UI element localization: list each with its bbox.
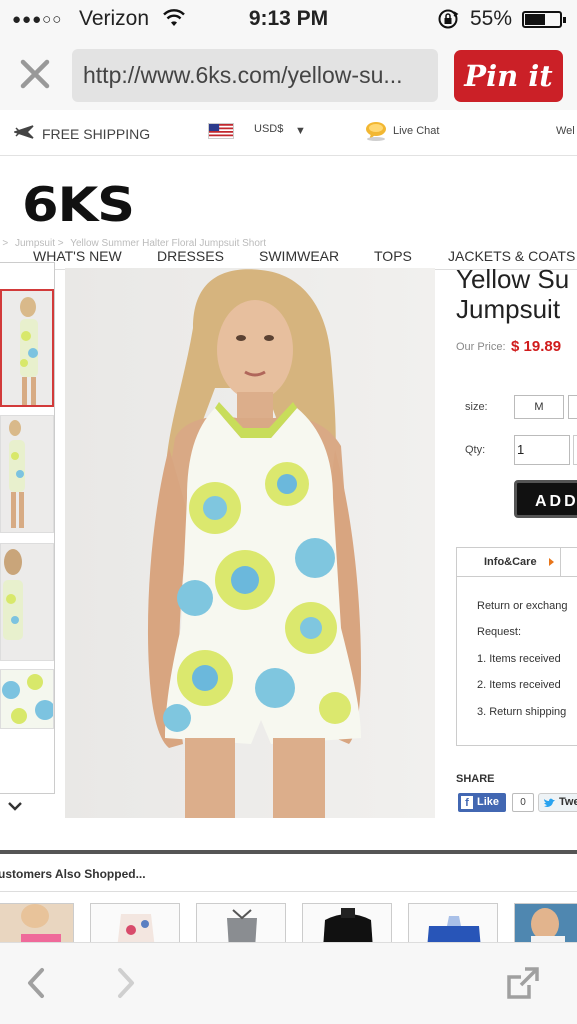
section-divider xyxy=(0,850,577,854)
facebook-icon: f xyxy=(461,796,473,809)
info-line: Return or exchang xyxy=(477,600,568,612)
model-photo xyxy=(65,268,435,818)
free-shipping-label: FREE SHIPPING xyxy=(42,126,151,142)
status-bar: ●●●○○ Verizon 9:13 PM 55% xyxy=(0,0,577,40)
size-option-next[interactable] xyxy=(568,395,577,419)
thumbnail-image xyxy=(2,291,52,405)
nav-item-swimwear[interactable]: SWIMWEAR xyxy=(259,248,339,264)
size-option-m[interactable]: M xyxy=(514,395,564,419)
tweet-button[interactable]: Twe xyxy=(538,793,577,812)
info-line: 2. Items received xyxy=(477,679,561,691)
battery-nub xyxy=(563,17,566,23)
price-label: Our Price: xyxy=(456,341,506,353)
product-title-line-2: Jumpsuit xyxy=(456,294,561,324)
thumbnail-4[interactable] xyxy=(0,669,54,729)
welcome-text: Wel xyxy=(556,125,575,137)
battery-fill xyxy=(525,14,545,25)
open-external-icon[interactable] xyxy=(503,963,543,1003)
live-chat-link[interactable]: Live Chat xyxy=(393,125,439,137)
main-nav: WHAT'S NEW DRESSES SWIMWEAR TOPS JACKETS… xyxy=(0,242,577,270)
site-top-strip: FREE SHIPPING USD$ ▼ Live Chat Wel xyxy=(0,110,577,156)
info-panel: Return or exchang Request: 1. Items rece… xyxy=(456,576,577,746)
thumbnail-2[interactable] xyxy=(0,415,54,533)
product-thumbnail xyxy=(197,904,285,942)
us-flag-icon[interactable] xyxy=(208,123,234,139)
related-product-4[interactable] xyxy=(302,903,392,942)
thumbnail-strip xyxy=(0,262,55,811)
share-label: SHARE xyxy=(456,773,495,785)
product-title: Yellow Su Jumpsuit xyxy=(456,264,569,324)
product-thumbnail xyxy=(0,904,73,942)
thumbnail-image xyxy=(1,544,53,660)
qty-label: Qty: xyxy=(465,444,486,456)
currency-selector[interactable]: USD$ xyxy=(254,123,283,135)
quantity-field[interactable]: 1 xyxy=(514,435,570,465)
thumbnail-3[interactable] xyxy=(0,543,54,661)
info-line: 3. Return shipping xyxy=(477,706,567,718)
related-product-5[interactable] xyxy=(408,903,498,942)
battery-percent: 55% xyxy=(470,7,513,30)
info-line: 1. Items received xyxy=(477,653,561,665)
thumbnail-image xyxy=(1,670,53,728)
related-product-2[interactable] xyxy=(90,903,180,942)
chevron-down-icon[interactable] xyxy=(7,801,23,811)
twitter-bird-icon xyxy=(544,798,555,807)
add-to-bag-button[interactable]: ADD xyxy=(514,480,577,518)
rotation-lock-icon xyxy=(438,9,459,29)
nav-item-tops[interactable]: TOPS xyxy=(374,248,412,264)
browser-address-bar: http://www.6ks.com/yellow-su... Pin it xyxy=(0,40,577,110)
main-product-image[interactable] xyxy=(65,268,435,818)
product-thumbnail xyxy=(303,904,391,942)
web-page: FREE SHIPPING USD$ ▼ Live Chat Wel 6KS >… xyxy=(0,110,577,942)
related-product-3[interactable] xyxy=(196,903,286,942)
product-thumbnail xyxy=(91,904,179,942)
back-arrow-icon[interactable] xyxy=(22,965,50,1001)
tab-info-care[interactable]: Info&Care xyxy=(457,548,561,577)
chat-bubble-icon[interactable] xyxy=(364,120,388,142)
tab-info-care-label: Info&Care xyxy=(484,556,537,568)
size-label: size: xyxy=(465,401,488,413)
url-field[interactable]: http://www.6ks.com/yellow-su... xyxy=(72,49,438,102)
price-value: $ 19.89 xyxy=(511,338,562,355)
browser-toolbar xyxy=(0,942,577,1024)
info-tabs: Info&Care xyxy=(456,547,577,577)
thumbnail-1[interactable] xyxy=(0,289,54,407)
info-line: Request: xyxy=(477,626,522,638)
forward-arrow-icon[interactable] xyxy=(112,965,140,1001)
site-logo[interactable]: 6KS xyxy=(22,178,135,233)
product-title-line-1: Yellow Su xyxy=(456,264,570,294)
related-product-1[interactable] xyxy=(0,903,74,942)
nav-item-jackets-coats[interactable]: JACKETS & COATS xyxy=(448,248,575,264)
caret-right-icon xyxy=(549,558,554,566)
quantity-stepper[interactable] xyxy=(573,435,577,465)
close-icon[interactable] xyxy=(18,57,52,91)
product-thumbnail xyxy=(409,904,497,942)
related-product-6[interactable] xyxy=(514,903,577,942)
browser-window: ●●●○○ Verizon 9:13 PM 55% http://www.6ks… xyxy=(0,0,577,1024)
product-thumbnail xyxy=(515,904,577,942)
heading-divider xyxy=(0,891,577,892)
pin-it-button[interactable]: Pin it xyxy=(454,50,563,102)
like-label: Like xyxy=(477,796,500,808)
battery-icon xyxy=(522,11,566,28)
also-shopped-heading: ustomers Also Shopped... xyxy=(0,867,146,881)
thumbnail-image xyxy=(1,416,53,532)
facebook-like-button[interactable]: f Like xyxy=(458,793,506,812)
nav-item-dresses[interactable]: DRESSES xyxy=(157,248,224,264)
like-count: 0 xyxy=(512,793,534,812)
chevron-down-icon[interactable]: ▼ xyxy=(295,125,306,137)
airplane-icon xyxy=(14,125,34,139)
tweet-label: Twe xyxy=(559,796,577,808)
